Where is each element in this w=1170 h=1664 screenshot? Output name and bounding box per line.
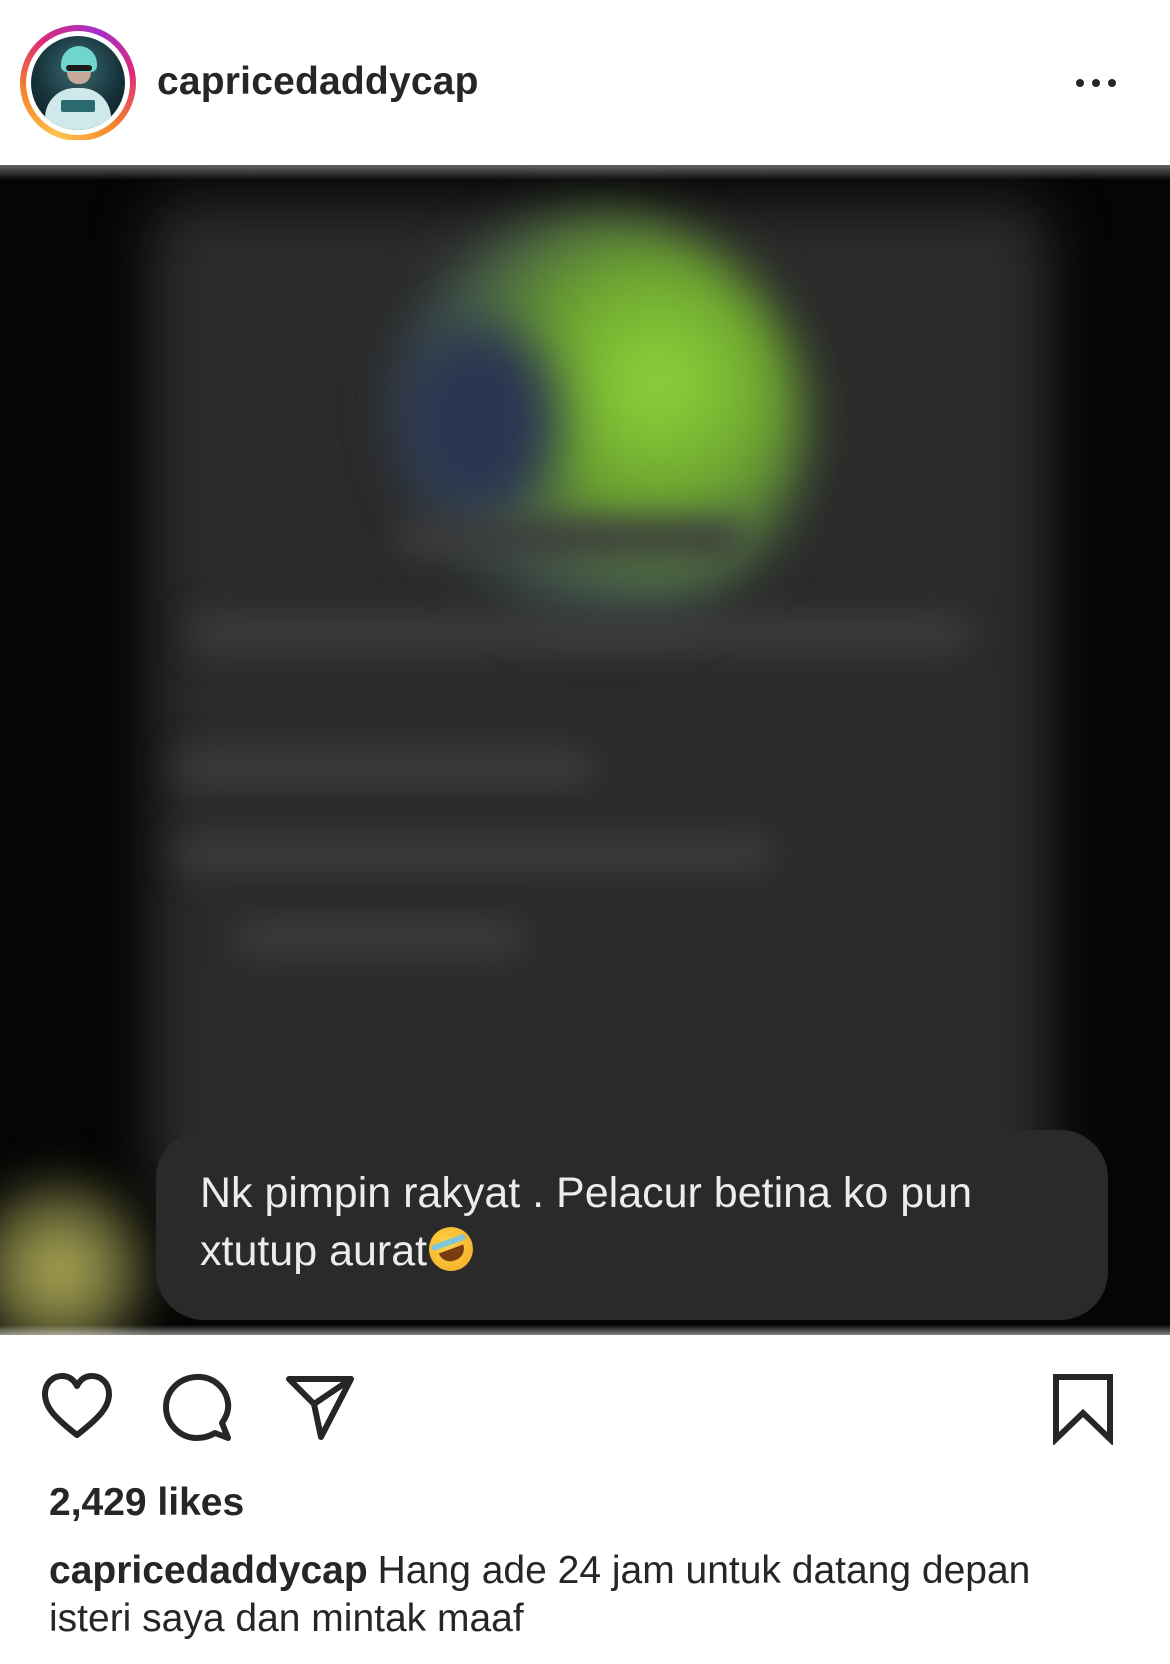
bookmark-outline-icon[interactable] (1046, 1371, 1120, 1445)
story-ring[interactable] (20, 25, 136, 141)
blurred-text-line (175, 750, 595, 786)
blurred-text-line (175, 835, 775, 871)
post-header: capricedaddycap (0, 0, 1170, 180)
post-username[interactable]: capricedaddycap (157, 58, 479, 106)
comment-bubble-icon[interactable] (160, 1371, 234, 1445)
likes-count[interactable]: 2,429 likes (49, 1479, 244, 1527)
post-image[interactable]: Nk pimpin rakyat . Pelacur betina ko pun… (0, 160, 1170, 1335)
blurred-text-line (190, 615, 970, 651)
blurred-text-line (395, 520, 745, 556)
laughing-emoji-icon (422, 1220, 480, 1278)
blurred-text-line (235, 920, 525, 956)
comment-bubble: Nk pimpin rakyat . Pelacur betina ko pun… (156, 1130, 1108, 1320)
caption-username[interactable]: capricedaddycap (49, 1549, 368, 1592)
action-bar (0, 1335, 1170, 1445)
comment-text: Nk pimpin rakyat . Pelacur betina ko pun… (200, 1164, 1060, 1280)
post-caption: capricedaddycap Hang ade 24 jam untuk dat… (49, 1547, 1049, 1643)
more-options-icon[interactable] (1072, 62, 1132, 102)
header-fade (0, 140, 1170, 180)
blurred-corner (0, 1170, 160, 1335)
paper-plane-icon[interactable] (283, 1371, 357, 1445)
heart-outline-icon[interactable] (40, 1371, 114, 1445)
profile-avatar[interactable] (31, 36, 125, 130)
